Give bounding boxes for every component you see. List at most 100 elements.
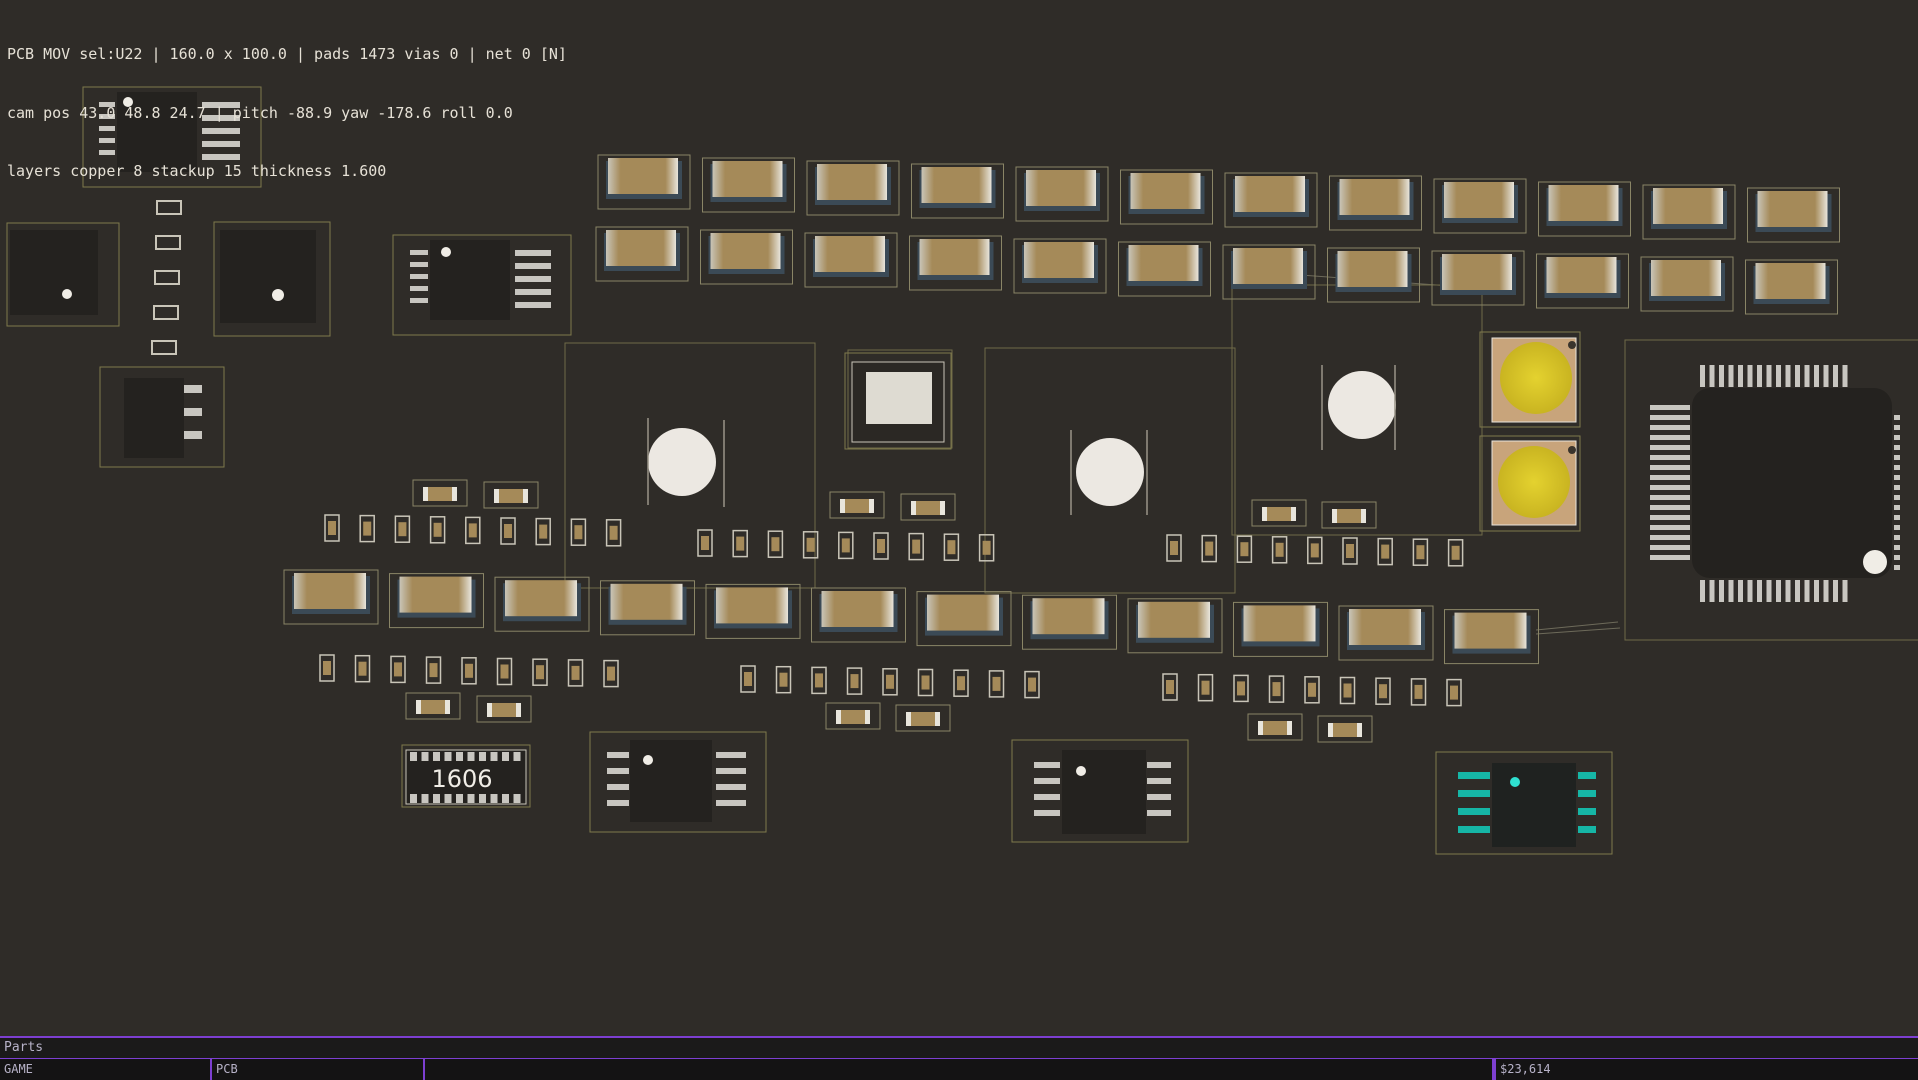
resistor-lower-3-1[interactable] xyxy=(1162,673,1178,701)
resistor-upper-3-6[interactable] xyxy=(1342,537,1358,565)
resistor-upper-3-5[interactable] xyxy=(1307,536,1323,565)
capacitor-r2c12[interactable] xyxy=(1745,259,1838,315)
resistor-lower-2-6[interactable] xyxy=(917,668,934,697)
resistor-pair-11[interactable] xyxy=(1247,713,1303,741)
resistor-pair-8[interactable] xyxy=(476,695,532,723)
resistor-lower-1-1[interactable] xyxy=(319,654,335,682)
resistor-pair-7[interactable] xyxy=(405,692,461,720)
capacitor-r2c8[interactable] xyxy=(1327,247,1420,303)
status-view[interactable]: PCB xyxy=(212,1059,425,1080)
resistor-upper-3-9[interactable] xyxy=(1447,539,1464,567)
resistor-lower-3-3[interactable] xyxy=(1233,674,1249,703)
resistor-lower-2-4[interactable] xyxy=(846,667,863,695)
ic-soic-bottom-2[interactable] xyxy=(1011,739,1189,843)
capacitor-r1c2[interactable] xyxy=(702,157,795,213)
capacitor-r1c10[interactable] xyxy=(1538,181,1631,237)
resistor-upper-1-8[interactable] xyxy=(570,518,587,546)
capacitor-r2c6[interactable] xyxy=(1118,241,1211,297)
capacitor-r1c6[interactable] xyxy=(1120,169,1213,225)
capacitor-r1c4[interactable] xyxy=(911,163,1004,219)
capacitor-bottom-6[interactable] xyxy=(811,587,906,643)
resistor-lower-2-5[interactable] xyxy=(882,668,898,696)
resistor-lower-3-2[interactable] xyxy=(1197,673,1214,702)
capacitor-bottom-5[interactable] xyxy=(705,583,801,639)
resistor-upper-2-8[interactable] xyxy=(943,533,960,561)
capacitor-bottom-4[interactable] xyxy=(600,580,695,636)
resistor-pair-10[interactable] xyxy=(895,704,951,732)
capacitor-bottom-2[interactable] xyxy=(389,573,484,629)
resistor-lower-2-1[interactable] xyxy=(740,665,756,693)
resistor-pair-3[interactable] xyxy=(829,491,885,519)
capacitor-bottom-10[interactable] xyxy=(1233,601,1328,657)
resistor-pair-2[interactable] xyxy=(483,481,539,509)
resistor-pair-4[interactable] xyxy=(900,493,956,521)
ic-soic-mid[interactable] xyxy=(392,234,572,336)
resistor-lower-3-4[interactable] xyxy=(1268,675,1285,703)
resistor-upper-1-1[interactable] xyxy=(324,514,340,542)
resistor-upper-3-2[interactable] xyxy=(1201,534,1217,563)
resistor-upper-1-6[interactable] xyxy=(500,517,516,545)
resistor-lower-1-3[interactable] xyxy=(390,655,406,684)
status-mode[interactable]: GAME xyxy=(0,1059,212,1080)
resistor-upper-3-7[interactable] xyxy=(1377,537,1393,566)
capacitor-bottom-11[interactable] xyxy=(1338,605,1434,661)
resistor-lower-3-9[interactable] xyxy=(1446,678,1462,707)
capacitor-r2c5[interactable] xyxy=(1013,238,1107,294)
resistor-upper-1-2[interactable] xyxy=(359,514,375,543)
capacitor-r2c4[interactable] xyxy=(909,235,1002,291)
resistor-upper-1-3[interactable] xyxy=(394,515,411,543)
crystal-oscillator[interactable] xyxy=(844,352,952,450)
led-d1[interactable] xyxy=(1479,331,1581,428)
capacitor-r1c3[interactable] xyxy=(806,160,900,216)
capacitor-bottom-row[interactable] xyxy=(283,569,1539,665)
mcu-qfp-u22[interactable] xyxy=(1650,365,1900,602)
resistor-upper-1-9[interactable] xyxy=(605,519,622,547)
resistor-upper-3-8[interactable] xyxy=(1412,538,1429,566)
resistor-pair-9[interactable] xyxy=(825,702,881,730)
capacitor-r2c10[interactable] xyxy=(1536,253,1629,309)
capacitor-r1c12[interactable] xyxy=(1747,187,1840,243)
resistor-lower-3-5[interactable] xyxy=(1304,676,1320,704)
resistor-lower-1-9[interactable] xyxy=(603,659,619,688)
capacitor-bottom-9[interactable] xyxy=(1127,598,1223,654)
capacitor-bottom-12[interactable] xyxy=(1444,609,1539,665)
resistor-lower-3-7[interactable] xyxy=(1375,677,1391,705)
resistor-upper-1-7[interactable] xyxy=(535,517,551,546)
capacitor-r1c7[interactable] xyxy=(1224,172,1318,228)
capacitor-r2c7[interactable] xyxy=(1222,244,1316,300)
capacitor-grid[interactable] xyxy=(595,154,1840,315)
capacitor-bottom-8[interactable] xyxy=(1022,594,1117,650)
resistor-lower-2-9[interactable] xyxy=(1024,670,1040,699)
resistor-lower-3-8[interactable] xyxy=(1410,678,1427,706)
resistor-lower-2-8[interactable] xyxy=(988,670,1005,698)
capacitor-r1c11[interactable] xyxy=(1642,184,1736,240)
resistor-lower-1-7[interactable] xyxy=(532,658,548,686)
resistor-upper-2-1[interactable] xyxy=(697,529,713,557)
regulator-sot[interactable] xyxy=(99,366,225,468)
capacitor-r1c9[interactable] xyxy=(1433,178,1527,234)
capacitor-r2c1[interactable] xyxy=(595,226,689,282)
resistor-upper-2-3[interactable] xyxy=(767,530,784,558)
resistor-array-1606[interactable]: 1606 xyxy=(401,744,531,808)
resistor-lower-1-4[interactable] xyxy=(425,656,442,684)
resistor-upper-2-2[interactable] xyxy=(732,529,748,558)
resistor-lower-1-2[interactable] xyxy=(354,654,371,683)
resistor-upper-2-5[interactable] xyxy=(838,531,854,560)
capacitor-bottom-1[interactable] xyxy=(283,569,379,625)
capacitor-bottom-3[interactable] xyxy=(494,576,590,632)
capacitor-r1c5[interactable] xyxy=(1015,166,1109,222)
capacitor-r2c2[interactable] xyxy=(700,229,793,285)
resistor-upper-3-4[interactable] xyxy=(1271,536,1288,564)
resistor-upper-1-4[interactable] xyxy=(429,516,446,544)
capacitor-bottom-7[interactable] xyxy=(916,591,1012,647)
resistor-upper-3-3[interactable] xyxy=(1236,535,1253,563)
resistor-pair-6[interactable] xyxy=(1321,501,1377,529)
resistor-upper-2-9[interactable] xyxy=(978,534,995,562)
led-d2[interactable] xyxy=(1479,435,1581,532)
resistor-lower-2-3[interactable] xyxy=(811,666,827,695)
ic-soic-bottom-1[interactable] xyxy=(589,731,767,833)
capacitor-r1c1[interactable] xyxy=(597,154,691,210)
parts-panel-bar[interactable]: Parts xyxy=(0,1036,1918,1058)
resistor-lower-1-6[interactable] xyxy=(496,657,513,686)
resistor-lower-2-2[interactable] xyxy=(775,665,792,694)
